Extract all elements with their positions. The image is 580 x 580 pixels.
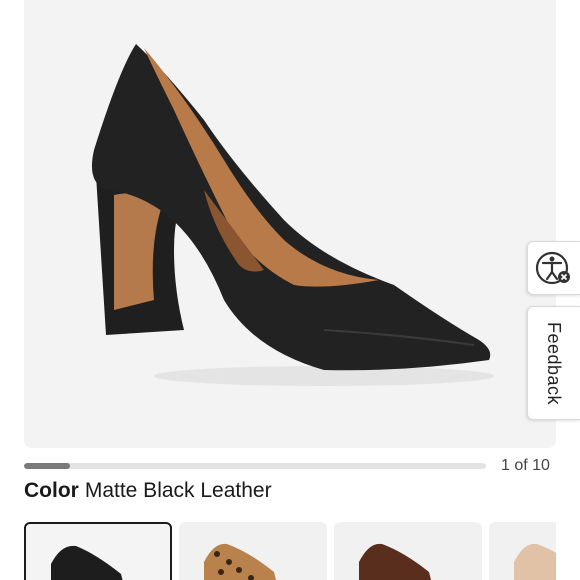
accessibility-button[interactable]	[527, 241, 580, 295]
color-swatch-list	[24, 522, 556, 580]
brown-leather-swatch	[359, 543, 431, 580]
swatch-leopard[interactable]	[179, 522, 327, 580]
gallery-progress-bar	[24, 463, 486, 469]
matte-black-swatch	[51, 545, 123, 580]
product-image-area[interactable]	[24, 0, 556, 448]
swatch-brown[interactable]	[334, 522, 482, 580]
gallery-counter: 1 of 10	[501, 457, 550, 474]
swatch-matte-black[interactable]	[24, 522, 172, 580]
color-label: Color	[24, 479, 79, 502]
swatch-nude[interactable]	[489, 522, 556, 580]
color-value: Matte Black Leather	[84, 479, 272, 502]
color-selection-text: Color Matte Black Leather	[24, 479, 272, 503]
feedback-label: Feedback	[544, 321, 565, 405]
leopard-print-swatch	[204, 543, 276, 580]
gallery-progress-fill	[24, 463, 71, 469]
accessibility-icon	[535, 251, 570, 285]
nude-swatch	[514, 543, 556, 580]
product-shoe-image	[91, 44, 494, 386]
feedback-button[interactable]: Feedback	[527, 306, 580, 420]
